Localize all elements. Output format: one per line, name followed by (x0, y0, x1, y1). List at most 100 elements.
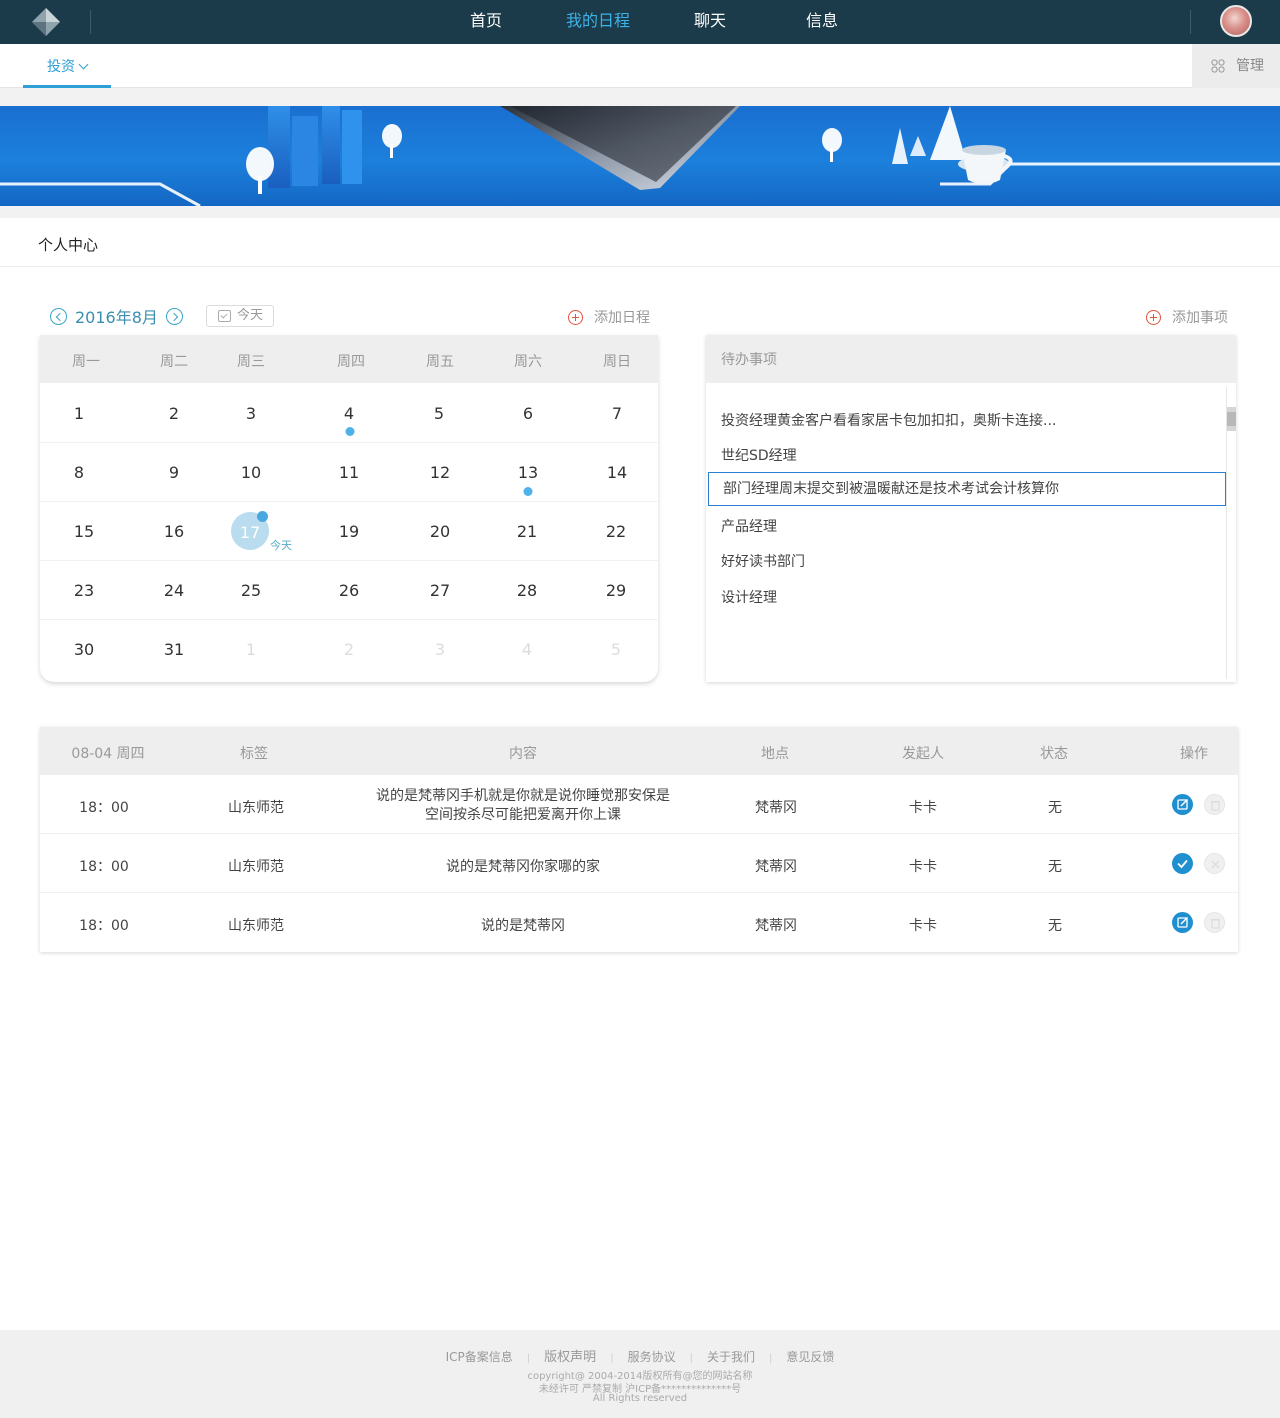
footer-link-icp[interactable]: ICP备案信息 (446, 1350, 513, 1364)
calendar-day[interactable]: 5 (434, 404, 444, 423)
calendar-month-label: 2016年8月 (75, 308, 158, 327)
trash-icon[interactable] (1204, 912, 1225, 933)
spacer (0, 206, 1280, 218)
calendar-day[interactable]: 11 (339, 463, 359, 482)
spacer (0, 88, 1280, 106)
event-dot (257, 511, 268, 522)
calendar-day[interactable]: 10 (241, 463, 261, 482)
nav-item-my-schedule[interactable]: 我的日程 (542, 0, 654, 44)
nav-divider (90, 10, 91, 34)
todo-item[interactable]: 投资经理黄金客户看看家居卡包加扣扣，奥斯卡连接... (721, 410, 1056, 430)
column-header-tag: 标签 (240, 746, 268, 762)
calendar-day[interactable]: 1 (74, 404, 84, 423)
trash-icon[interactable] (1204, 794, 1225, 815)
calendar-day[interactable]: 21 (517, 522, 537, 541)
calendar-day-next-month[interactable]: 1 (246, 640, 256, 659)
cell-tag: 山东师范 (228, 859, 284, 875)
calendar-day[interactable]: 29 (606, 581, 626, 600)
todo-item[interactable]: 设计经理 (721, 587, 777, 607)
event-dot (345, 427, 355, 436)
edit-icon[interactable] (1172, 912, 1193, 933)
column-header-content: 内容 (509, 746, 537, 762)
footer-link-about[interactable]: 关于我们 (707, 1350, 755, 1364)
calendar-day[interactable]: 19 (339, 522, 359, 541)
cell-time: 18：00 (79, 800, 129, 816)
footer-link-copyright[interactable]: 版权声明 (544, 1350, 596, 1365)
logo-icon[interactable] (30, 6, 62, 38)
calendar-day-next-month[interactable]: 5 (611, 640, 621, 659)
calendar-day[interactable]: 25 (241, 581, 261, 600)
link-separator: | (610, 1353, 614, 1364)
todo-item-selected[interactable]: 部门经理周末提交到被温暖献还是技术考试会计核算你 (708, 472, 1226, 506)
calendar-day[interactable]: 23 (74, 581, 94, 600)
today-button[interactable]: 今天 (206, 305, 274, 327)
calendar-day-next-month[interactable]: 4 (522, 640, 532, 659)
nav-item-chat[interactable]: 聊天 (654, 0, 766, 44)
calendar-day[interactable]: 16 (164, 522, 184, 541)
cell-status: 无 (1048, 918, 1062, 934)
calendar-day[interactable]: 22 (606, 522, 626, 541)
calendar-check-icon (218, 310, 231, 322)
calendar-day[interactable]: 2 (169, 404, 179, 423)
grid-icon (1211, 59, 1225, 73)
todo-item[interactable]: 世纪SD经理 (721, 445, 797, 465)
prev-month-icon[interactable] (50, 307, 67, 325)
close-icon[interactable] (1204, 853, 1225, 874)
todo-header: 待办事项 (706, 335, 1236, 383)
cell-time: 18：00 (79, 918, 129, 934)
calendar-day[interactable]: 13 (518, 463, 538, 482)
calendar-day[interactable]: 20 (430, 522, 450, 541)
add-todo-button[interactable]: 添加事项 (1146, 309, 1236, 327)
calendar-day-next-month[interactable]: 2 (344, 640, 354, 659)
calendar-day[interactable]: 6 (523, 404, 533, 423)
table-row: 18：00 山东师范 说的是梵蒂冈你家哪的家 梵蒂冈 卡卡 无 (40, 834, 1238, 893)
user-avatar[interactable] (1220, 5, 1252, 37)
tab-invest-label: 投资 (47, 59, 75, 75)
calendar-day[interactable]: 26 (339, 581, 359, 600)
table-header: 08-04 周四 标签 内容 地点 发起人 状态 操作 (40, 727, 1238, 775)
nav-item-home[interactable]: 首页 (430, 0, 542, 44)
footer-link-feedback[interactable]: 意见反馈 (786, 1350, 834, 1364)
calendar-day[interactable]: 24 (164, 581, 184, 600)
weekday-header-row: 周一 周二 周三 周四 周五 周六 周日 (40, 335, 658, 383)
calendar-day-today[interactable]: 17 (240, 523, 260, 542)
calendar-day[interactable]: 15 (74, 522, 94, 541)
calendar-day[interactable]: 14 (607, 463, 627, 482)
calendar-day[interactable]: 27 (430, 581, 450, 600)
plus-circle-icon (1146, 310, 1161, 325)
calendar-day[interactable]: 9 (169, 463, 179, 482)
todo-scrollbar-thumb[interactable] (1227, 407, 1236, 431)
footer: ICP备案信息 | 版权声明 | 服务协议 | 关于我们 | 意见反馈 copyright@ 2… (0, 1330, 1280, 1418)
todo-item[interactable]: 产品经理 (721, 516, 777, 536)
nav-divider (1190, 10, 1191, 34)
top-navbar: 首页 我的日程 聊天 信息 (0, 0, 1280, 44)
calendar-day[interactable]: 31 (164, 640, 184, 659)
nav-item-messages[interactable]: 信息 (766, 0, 878, 44)
tab-invest[interactable]: 投资 (23, 44, 111, 88)
cell-initiator: 卡卡 (909, 800, 937, 816)
add-schedule-button[interactable]: 添加日程 (568, 309, 658, 327)
weekday-label: 周日 (603, 354, 631, 370)
column-header-initiator: 发起人 (902, 746, 944, 762)
calendar-day[interactable]: 28 (517, 581, 537, 600)
add-todo-label: 添加事项 (1172, 310, 1228, 326)
calendar-day[interactable]: 12 (430, 463, 450, 482)
cell-place: 梵蒂冈 (755, 800, 797, 816)
cell-content: 说的是梵蒂冈你家哪的家 (446, 859, 600, 875)
calendar-day[interactable]: 7 (612, 404, 622, 423)
calendar-day[interactable]: 4 (344, 404, 354, 423)
next-month-icon[interactable] (165, 307, 183, 325)
cell-content: 说的是梵蒂冈 (481, 918, 565, 934)
plus-circle-icon (568, 310, 583, 325)
calendar-day[interactable]: 3 (246, 404, 256, 423)
manage-button[interactable]: 管理 (1192, 44, 1280, 88)
check-icon[interactable] (1172, 853, 1193, 874)
footer-link-terms[interactable]: 服务协议 (628, 1350, 676, 1364)
calendar-day[interactable]: 8 (74, 463, 84, 482)
cell-initiator: 卡卡 (909, 918, 937, 934)
edit-icon[interactable] (1172, 794, 1193, 815)
calendar-day-next-month[interactable]: 3 (435, 640, 445, 659)
todo-item[interactable]: 好好读书部门 (721, 551, 805, 571)
weekday-label: 周五 (426, 354, 454, 370)
calendar-day[interactable]: 30 (74, 640, 94, 659)
